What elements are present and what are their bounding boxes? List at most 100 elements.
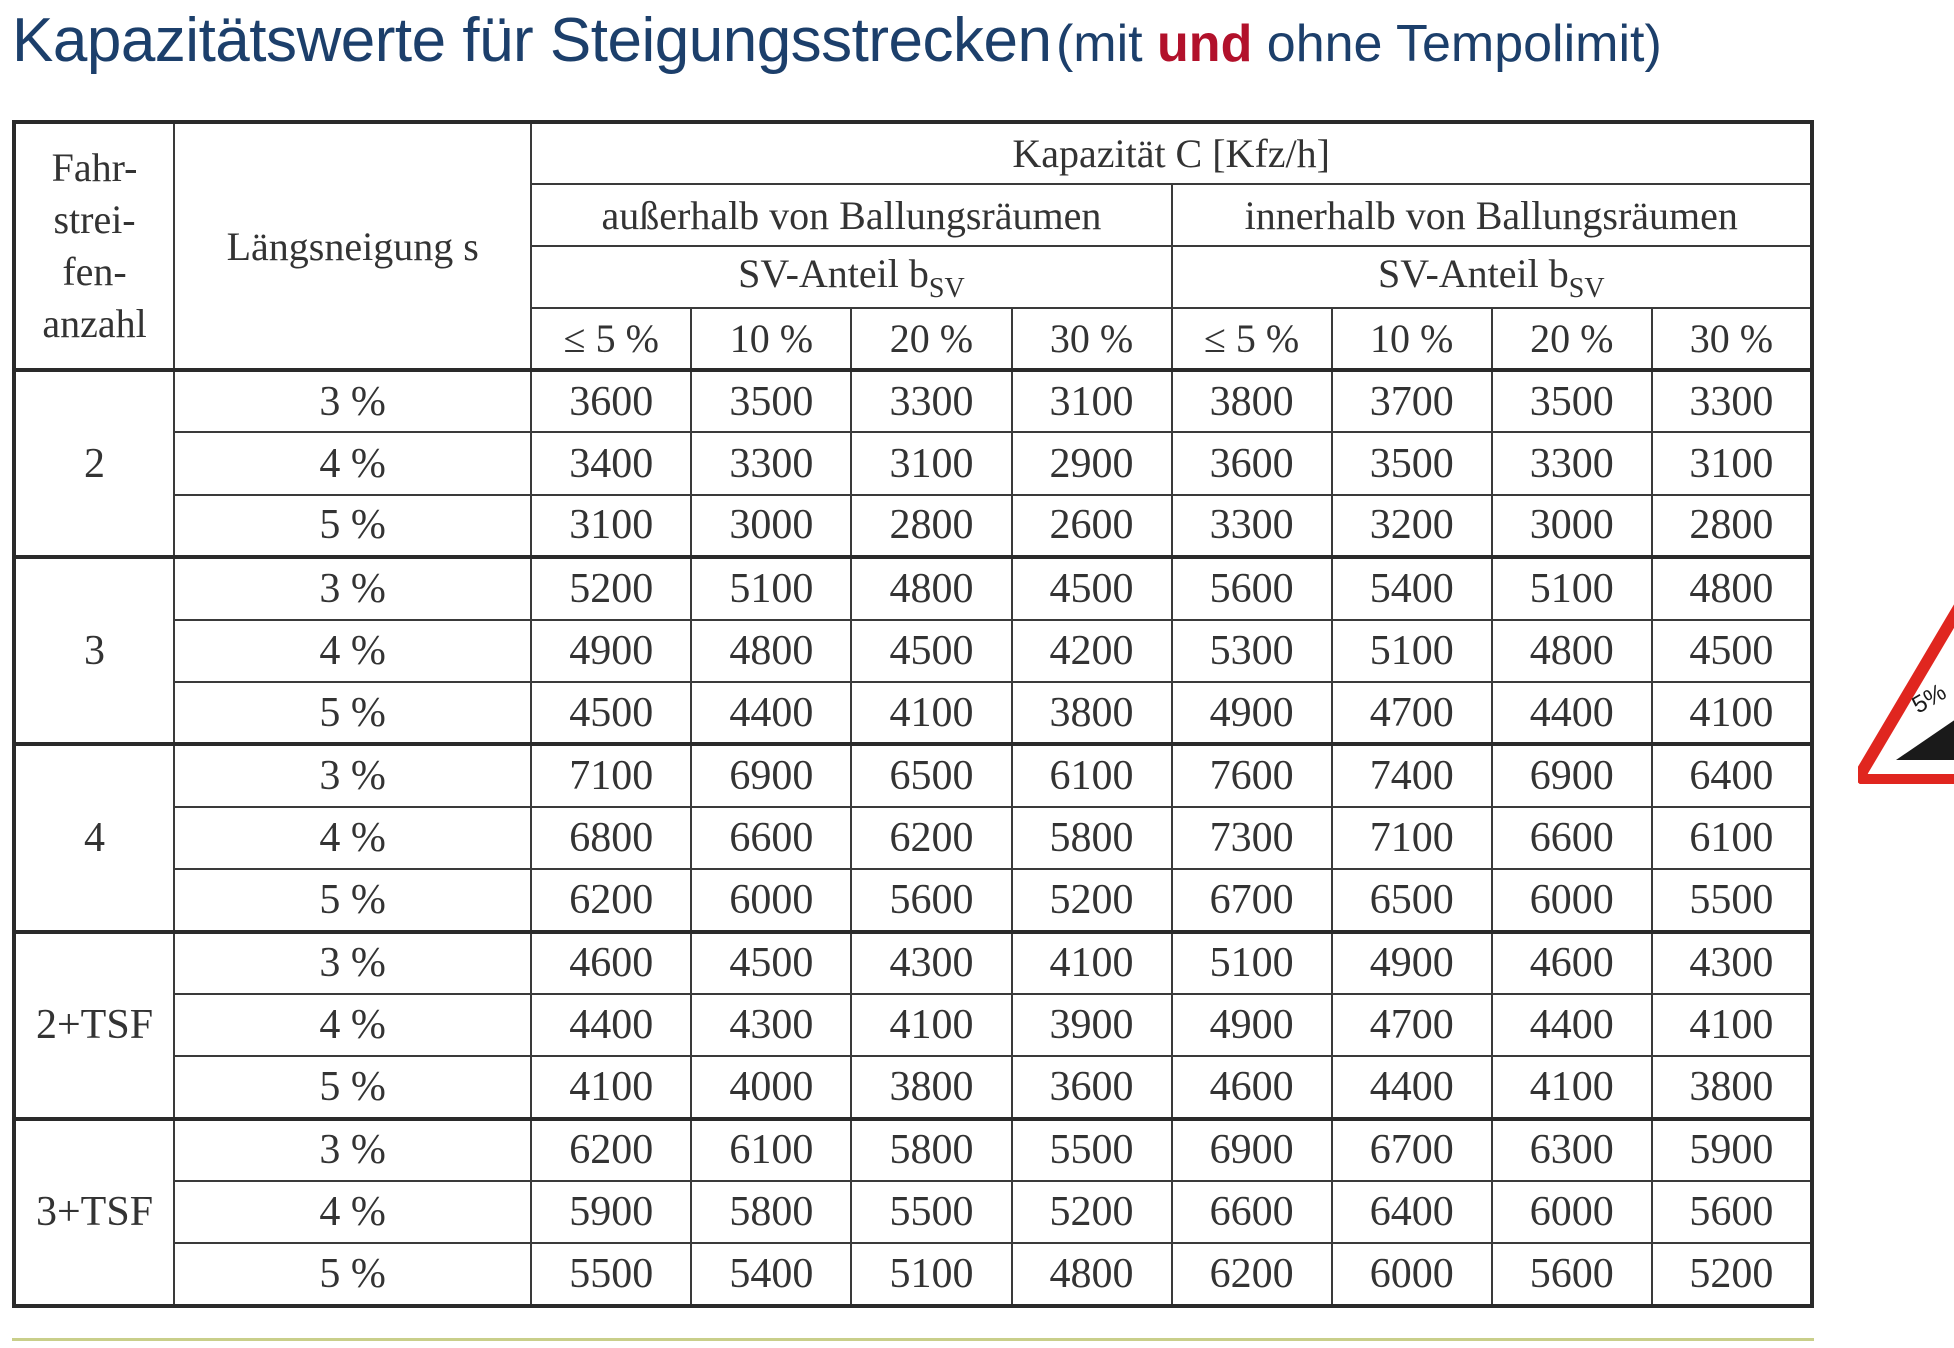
capacity-cell: 3600 [530,367,693,434]
capacity-cell: 5100 [1170,929,1333,995]
capacity-cell: 3900 [1010,992,1173,1058]
capacity-cell: 5500 [1010,1116,1173,1183]
slope-cell: 3 % [173,929,533,995]
title-accent: und [1157,15,1253,73]
slope-cell: 4 % [173,431,533,496]
capacity-cell: 5200 [1650,1242,1814,1307]
capacity-cell: 4400 [1490,992,1653,1058]
capacity-table: Fahr- strei- fen- anzahl Längsneigung s … [12,120,1814,1308]
group-header-outside: außerhalb von Ballungsräumen [530,183,1173,247]
capacity-cell: 4500 [1650,618,1814,683]
sv-label: SV-Anteil b [1378,250,1569,296]
slope-cell: 4 % [173,805,533,871]
capacity-cell: 4100 [530,1055,693,1120]
table-row: 3+TSF 3 % 6200 6100 5800 5500 6900 6700 6300 5900 [12,1116,1814,1308]
slope-cell: 4 % [173,1180,533,1245]
capacity-cell: 3800 [1170,367,1333,434]
table-row: 5 % 5500 5400 5100 4800 6200 6000 5600 5200 [14,1242,1814,1307]
capacity-cell: 3100 [1650,431,1814,496]
capacity-cell: 5600 [1650,1180,1814,1245]
table-row: 4 % 3400 3300 3100 2900 3600 3500 3300 3100 [14,431,1814,496]
capacity-cell: 6000 [1490,868,1653,933]
capacity-cell: 5600 [1170,555,1333,621]
capacity-cell: 3600 [1170,431,1333,496]
capacity-cell: 5400 [690,1242,853,1307]
capacity-cell: 5900 [530,1180,693,1245]
capacity-cell: 2800 [1650,493,1814,559]
capacity-cell: 7300 [1170,805,1333,871]
capacity-cell: 7400 [1330,742,1493,808]
lanes-header-line: Fahr- [51,145,138,190]
table-row: 4 % 4900 4800 4500 4200 5300 5100 4800 4500 [14,618,1814,683]
capacity-cell: 4600 [1170,1055,1333,1120]
capacity-cell: 4700 [1330,680,1493,746]
capacity-cell: 6300 [1490,1116,1653,1183]
capacity-cell: 4800 [850,555,1013,621]
table-row: 43 % 7100 6900 6500 6100 7600 7400 6900 6400 [12,742,1814,933]
lanes-header-line: strei- [53,197,136,242]
capacity-cell: 5300 [1170,618,1333,683]
capacity-cell: 4300 [1650,929,1814,995]
sv-column-header: 30 % [1650,307,1814,371]
capacity-cell: 4900 [1330,929,1493,995]
table-row: 2+TSF 3 % 4600 4500 4300 4100 5100 4900 4600 4300 [12,929,1814,1120]
capacity-cell: 6200 [530,1116,693,1183]
sv-header-outside: SV-Anteil bSV [530,245,1173,309]
capacity-cell: 6900 [1170,1116,1333,1183]
capacity-cell: 5600 [1490,1242,1653,1307]
slope-cell: 3 % [173,742,533,808]
lanes-cell: 3 [12,555,176,746]
capacity-cell: 3600 [1010,1055,1173,1120]
title-paren-open: (mit [1055,15,1158,73]
sv-column-header: 20 % [850,307,1013,371]
capacity-cell: 4800 [690,618,853,683]
sv-subscript: SV [1568,272,1605,304]
lanes-header-line: fen- [62,249,127,294]
slope-cell: 3 % [173,555,533,621]
capacity-cell: 4100 [1010,929,1173,995]
capacity-cell: 4400 [1330,1055,1493,1120]
sv-subscript: SV [928,272,965,304]
slope-cell: 5 % [173,1242,533,1307]
capacity-cell: 4500 [530,680,693,746]
capacity-cell: 6600 [1490,805,1653,871]
capacity-cell: 3100 [1010,367,1173,434]
capacity-cell: 5100 [850,1242,1013,1307]
slope-cell: 5 % [173,493,533,559]
capacity-cell: 4400 [1490,680,1653,746]
capacity-cell: 5100 [690,555,853,621]
capacity-cell: 6200 [1170,1242,1333,1307]
lanes-cell: 3+TSF [12,1116,176,1308]
slope-cell: 4 % [173,618,533,683]
capacity-cell: 2600 [1010,493,1173,559]
table-row: 4 % 5900 5800 5500 5200 6600 6400 6000 5600 [14,1180,1814,1245]
capacity-header: Kapazität C [Kfz/h] [530,121,1813,185]
capacity-cell: 3500 [1330,431,1493,496]
capacity-cell: 5500 [850,1180,1013,1245]
capacity-cell: 6500 [850,742,1013,808]
capacity-cell: 4100 [1490,1055,1653,1120]
capacity-cell: 4100 [1650,992,1814,1058]
capacity-cell: 5600 [850,868,1013,933]
slope-cell: 3 % [173,1116,533,1183]
capacity-cell: 4200 [1010,618,1173,683]
title-paren: (mit und ohne Tempolimit) [1056,15,1662,73]
capacity-cell: 6200 [530,868,693,933]
table-row: 5 % 4100 4000 3800 3600 4600 4400 4100 3800 [14,1055,1814,1120]
capacity-cell: 3300 [690,431,853,496]
capacity-cell: 6700 [1330,1116,1493,1183]
capacity-cell: 5200 [1010,868,1173,933]
lanes-header-line: anzahl [42,301,147,346]
capacity-cell: 4900 [530,618,693,683]
capacity-cell: 3300 [1170,493,1333,559]
capacity-cell: 6000 [690,868,853,933]
capacity-cell: 4500 [850,618,1013,683]
capacity-cell: 6900 [1490,742,1653,808]
title-main: Kapazitätswerte für Steigungsstrecken [12,6,1052,75]
capacity-cell: 4500 [1010,555,1173,621]
sv-column-header: ≤ 5 % [530,307,693,371]
capacity-cell: 5100 [1330,618,1493,683]
capacity-cell: 4600 [1490,929,1653,995]
lanes-cell: 4 [12,742,176,933]
capacity-cell: 3000 [1490,493,1653,559]
